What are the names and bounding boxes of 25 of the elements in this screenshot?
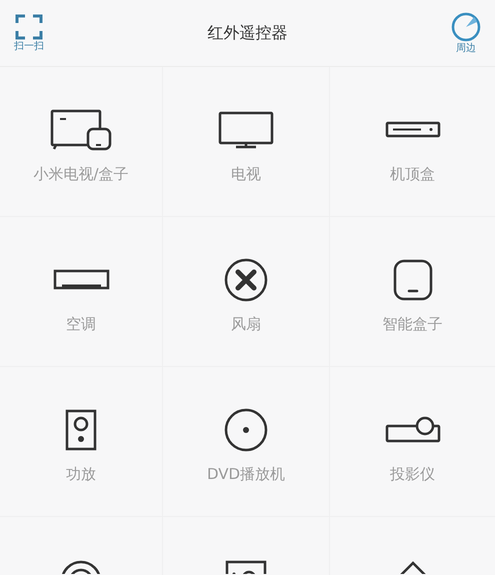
camera-icon [60,560,102,574]
disc-icon [223,407,269,453]
fan-icon [223,257,269,303]
device-label[interactable]: DVD播放机 [206,465,286,483]
device-label[interactable]: 风扇 [231,315,261,333]
air-conditioner-icon [52,269,110,291]
window-title: 红外遥控器 [208,22,288,44]
device-label[interactable]: 电视 [231,165,261,183]
tv-icon [218,111,274,149]
device-label[interactable]: 机顶盒 [390,165,435,183]
scan-button[interactable]: 扫一扫 [14,14,44,52]
device-label[interactable]: 投影仪 [390,465,435,483]
scan-icon [15,14,43,40]
speaker-icon [65,409,97,451]
projector-icon [384,416,440,444]
device-label[interactable]: 智能盒子 [382,315,442,333]
nearby-button[interactable]: 周边 [451,12,481,54]
tv-box-icon [50,109,112,151]
radar-icon [451,12,481,42]
smart-box-icon [392,259,432,301]
device-label[interactable]: 空调 [66,315,96,333]
picture-frame-icon [225,560,267,574]
set-top-box-icon [384,121,440,139]
device-label[interactable]: 功放 [66,465,96,483]
device-label[interactable]: 小米电视/盒子 [33,165,129,183]
